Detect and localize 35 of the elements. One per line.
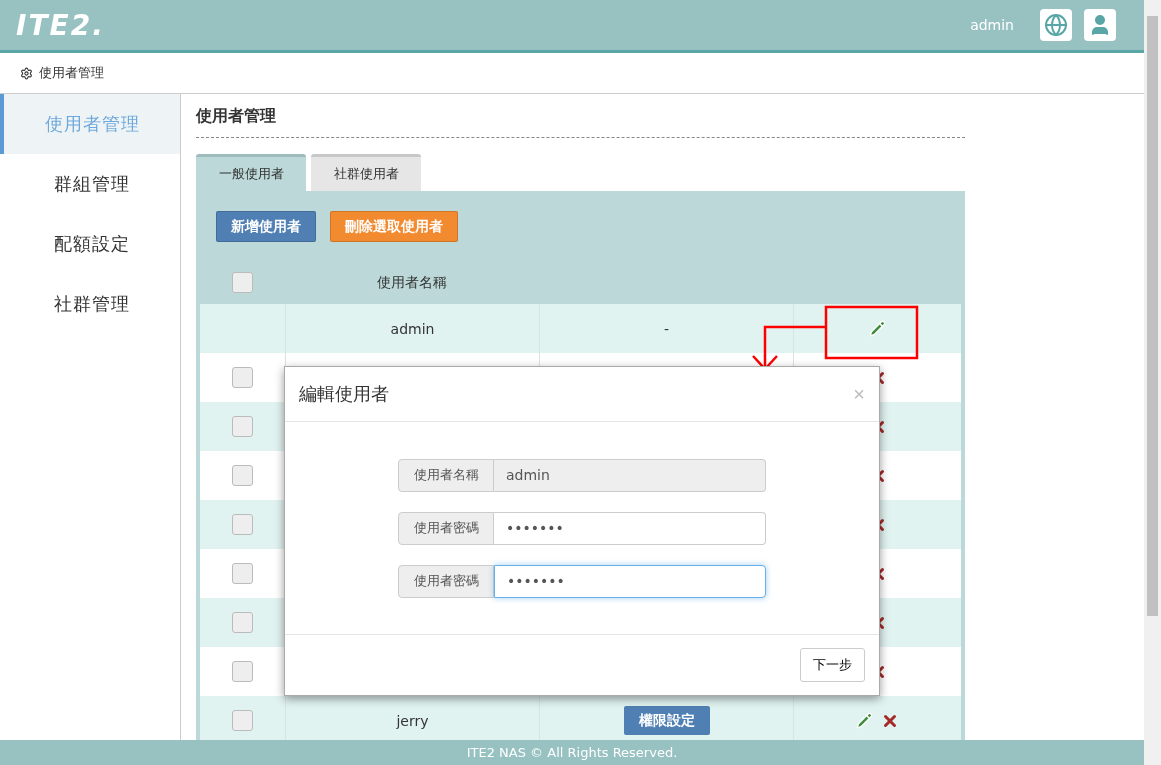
checkbox[interactable]: [232, 710, 253, 731]
scrollbar[interactable]: [1144, 0, 1161, 765]
footer-text: ITE2 NAS © All Rights Reserved.: [0, 740, 1144, 765]
logo: ITE2.: [16, 8, 105, 42]
dialog-title: 編輯使用者: [299, 382, 390, 406]
input-field[interactable]: •••••••: [494, 564, 766, 598]
user-icon[interactable]: [1084, 9, 1116, 41]
globe-icon[interactable]: [1040, 9, 1072, 41]
settings-icon: [20, 66, 33, 80]
tab[interactable]: 社群使用者: [311, 154, 421, 191]
checkbox[interactable]: [232, 465, 253, 486]
checkbox[interactable]: [232, 367, 253, 388]
breadcrumb-text: 使用者管理: [39, 64, 104, 82]
page-title: 使用者管理: [196, 106, 965, 138]
add-user-button[interactable]: 新增使用者: [216, 211, 316, 242]
checkbox[interactable]: [232, 416, 253, 437]
edit-icon[interactable]: [869, 320, 886, 337]
field-label: 使用者密碼: [398, 511, 494, 545]
checkbox[interactable]: [232, 514, 253, 535]
permission-button[interactable]: 權限設定: [623, 706, 710, 735]
checkbox[interactable]: [232, 612, 253, 633]
input-field[interactable]: •••••••: [494, 511, 766, 545]
user-name-cell: admin: [390, 320, 435, 337]
field-label: 使用者名稱: [398, 458, 494, 492]
next-button[interactable]: 下一步: [800, 648, 865, 682]
user-name-cell: jerry: [396, 712, 429, 729]
field-label: 使用者密碼: [398, 564, 494, 598]
tab[interactable]: 一般使用者: [196, 154, 306, 191]
checkbox[interactable]: [232, 563, 253, 584]
permission-cell: -: [663, 320, 670, 337]
checkbox[interactable]: [232, 272, 253, 293]
column-header: 使用者名稱: [377, 273, 447, 292]
checkbox[interactable]: [232, 661, 253, 682]
edit-icon[interactable]: [856, 712, 873, 729]
user-name: admin: [970, 17, 1014, 33]
